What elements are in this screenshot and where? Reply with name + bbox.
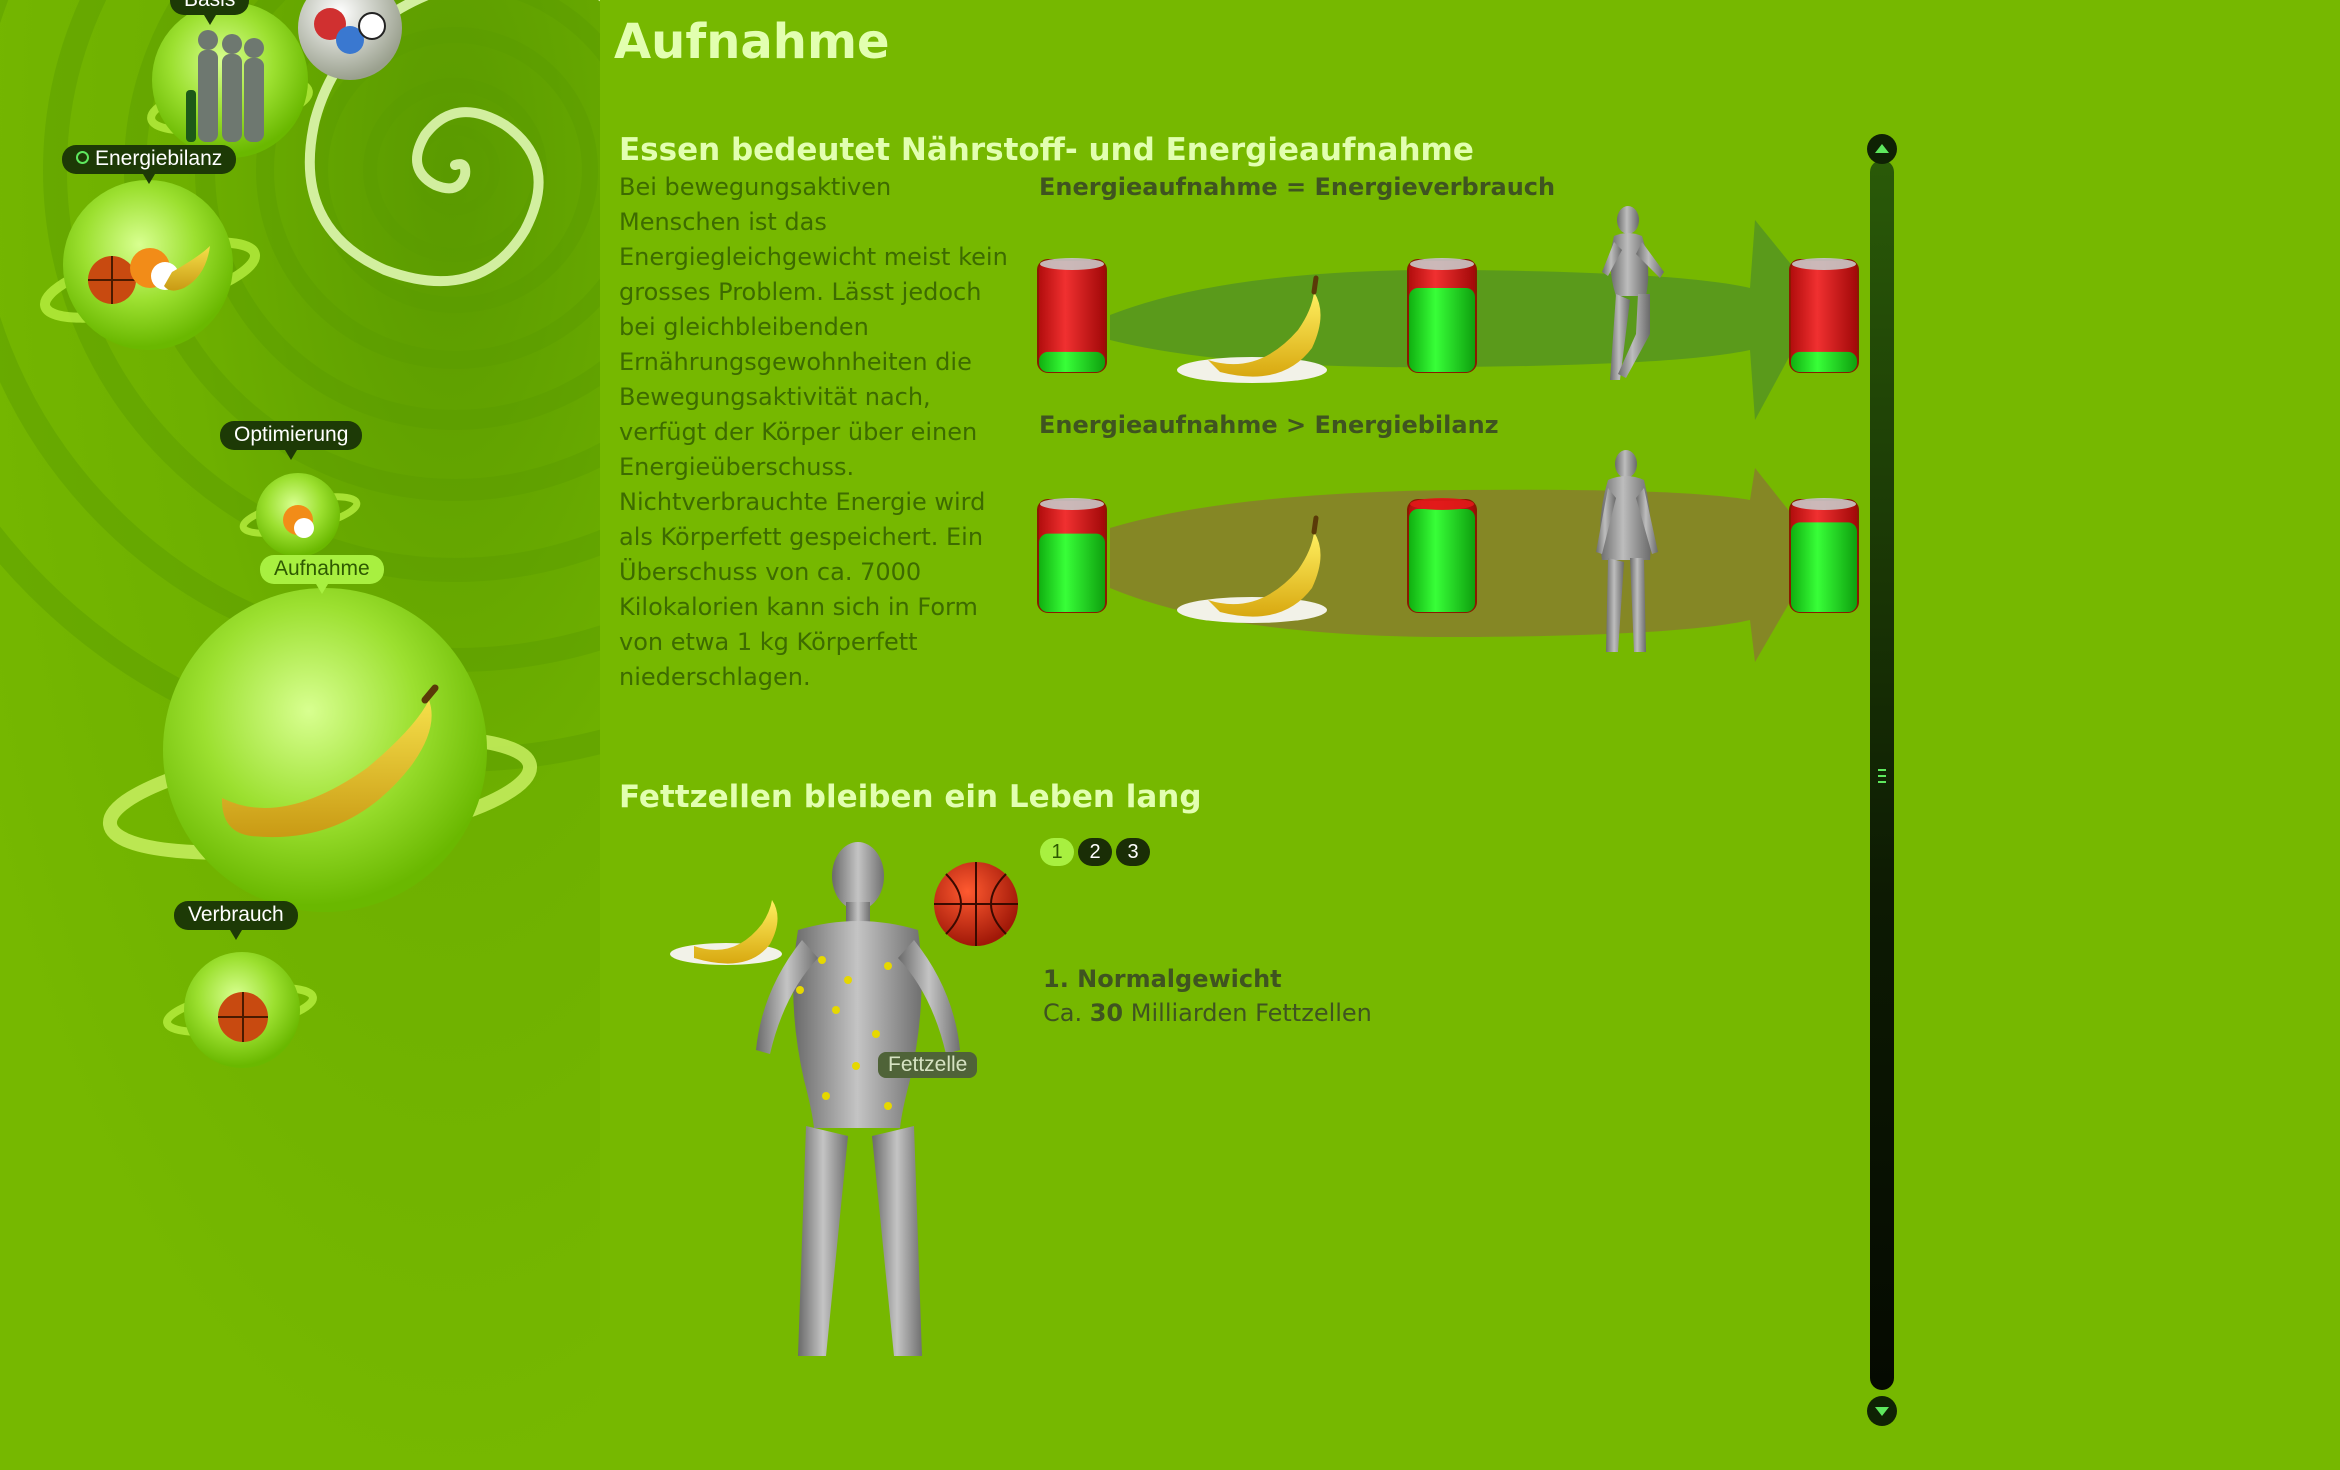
section-title-fettzellen: Fettzellen bleiben ein Leben lang — [619, 779, 1202, 815]
scrollbar-grip-icon[interactable] — [1876, 760, 1888, 792]
scroll-up-button[interactable] — [1867, 134, 1897, 164]
navigation-area: Basis Energiebilanz Optimierung Aufnahme… — [0, 0, 600, 1470]
page-tab-3[interactable]: 3 — [1116, 838, 1150, 866]
arrow-down-icon — [1875, 1407, 1889, 1416]
fat-desc-suffix: Milliarden Fettzellen — [1123, 999, 1372, 1027]
energy-diagrams — [1037, 206, 1859, 662]
basketball — [934, 862, 1018, 946]
nav-optimierung[interactable]: Optimierung — [220, 421, 363, 460]
fat-desc-prefix: Ca. — [1043, 999, 1090, 1027]
battery-2-1 — [1037, 498, 1107, 613]
body-figure — [670, 842, 1018, 1356]
battery-1-3 — [1789, 258, 1859, 373]
intro-paragraph: Bei bewegungsaktiven Menschen ist das En… — [619, 173, 1008, 691]
page-title: Aufnahme — [614, 14, 890, 70]
fat-cell-description: Ca. 30 Milliarden Fettzellen — [1043, 999, 1372, 1027]
diagram-heading-equilibrium: Energieaufnahme = Energieverbrauch — [1039, 173, 1556, 201]
battery-1-1 — [1037, 258, 1107, 373]
planet-optimierung[interactable] — [255, 472, 341, 558]
planet-energiebilanz[interactable] — [60, 180, 240, 360]
battery-1-2 — [1407, 258, 1477, 373]
battery-2-2 — [1407, 498, 1477, 613]
nav-aufnahme-label: Aufnahme — [274, 557, 370, 580]
nav-aufnahme[interactable]: Aufnahme — [260, 555, 384, 594]
scroll-down-button[interactable] — [1867, 1396, 1897, 1426]
nav-verbrauch-label: Verbrauch — [188, 903, 284, 926]
fat-cell-count: 30 — [1089, 999, 1124, 1027]
planet-aufnahme[interactable] — [163, 588, 487, 912]
fat-cell-label: Fettzelle — [878, 1052, 978, 1078]
planet-basis[interactable] — [152, 10, 308, 158]
battery-2-3 — [1789, 498, 1859, 613]
fat-cell-subtitle: 1. Normalgewicht — [1043, 965, 1282, 993]
location-dot-icon — [76, 151, 89, 164]
planet-verbrauch[interactable] — [184, 952, 300, 1068]
page-tab-1[interactable]: 1 — [1040, 838, 1074, 866]
fat-cell-pagination: 1 2 3 — [1040, 838, 1150, 866]
section-title-naehrstoff: Essen bedeutet Nährstoff- und Energieauf… — [619, 132, 1474, 168]
arrow-up-icon — [1875, 144, 1889, 153]
plate-banana — [670, 900, 782, 965]
nav-optimierung-label: Optimierung — [234, 423, 349, 446]
page-tab-2[interactable]: 2 — [1078, 838, 1112, 866]
